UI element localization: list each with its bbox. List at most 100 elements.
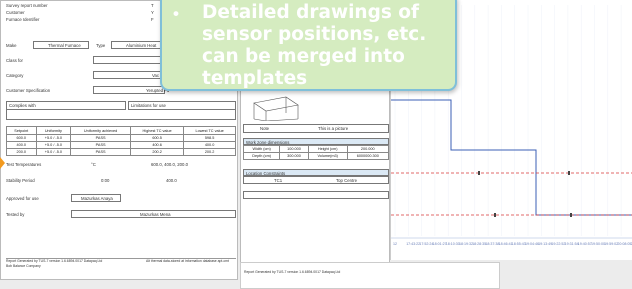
table-cell: 200.000: [346, 145, 390, 153]
furnace-drawing: [253, 96, 299, 121]
col-header: Uniformity achieved: [70, 126, 132, 135]
table-cell: 300.000: [279, 152, 309, 160]
table-header-row: Setpoint Uniformity Uniformity achieved …: [6, 126, 236, 135]
col-header: Lowest TC value: [183, 126, 236, 135]
uniformity-table: Setpoint Uniformity Uniformity achieved …: [6, 126, 236, 156]
customer-spec-label: Customer Specification: [6, 88, 51, 93]
table-cell: 400.6: [130, 141, 185, 149]
table-cell: 600.5: [130, 134, 185, 142]
table-cell: Height (cm): [307, 145, 348, 153]
callout-text: Detailed drawings of sensor positions, e…: [202, 2, 427, 89]
table-cell: PASS: [70, 148, 132, 156]
make-field[interactable]: Thermal Furnace: [33, 41, 89, 49]
dimensions-table: Width (cm) 100.000 Height (cm) 200.000 D…: [242, 145, 390, 160]
table-cell: 200.2: [183, 148, 236, 156]
table-cell: +5.0 / -5.0: [35, 141, 72, 149]
header-label-report-number: Survey report number: [6, 3, 48, 8]
series-marker: [568, 171, 570, 175]
tested-field[interactable]: Mazurkas Mena: [71, 210, 236, 218]
series-marker: [570, 213, 572, 217]
stability-label: Stability Period: [6, 178, 35, 183]
header-label-furnace: Furnace Identifier: [6, 17, 40, 22]
report-page-3: Report Generated by TUS-7 version 1.6.68…: [240, 262, 500, 289]
class-field[interactable]: [93, 56, 165, 64]
location-empty-row: [243, 191, 389, 199]
stability-value: 0:00: [101, 178, 110, 183]
table-cell: 200.0: [6, 148, 37, 156]
table-row: Width (cm) 100.000 Height (cm) 200.000: [242, 145, 390, 153]
stability-value-2: 400.0: [166, 178, 177, 183]
complies-field[interactable]: Complies with: [6, 101, 126, 110]
x-tick-label: 18:19:32: [459, 242, 473, 246]
x-tick-label: 18:10:30: [446, 242, 460, 246]
header-label-customer: Customer: [6, 10, 25, 15]
category-field[interactable]: Vac: [93, 71, 165, 79]
x-tick-label: 18:55:43: [512, 242, 526, 246]
x-tick-label: 18:37:38: [485, 242, 499, 246]
table-cell: 200.2: [130, 148, 185, 156]
x-tick-label: 18:28:35: [472, 242, 486, 246]
class-label: Class for: [6, 58, 23, 63]
complies-body: [6, 110, 236, 120]
col-header: Setpoint: [6, 126, 37, 135]
x-tick-label: 19:50:00: [591, 242, 605, 246]
footer-right: Alt thermal data-stored at information d…: [146, 259, 229, 263]
table-cell: Depth (cm): [242, 152, 281, 160]
x-tick-label: 20:08:05: [617, 242, 631, 246]
x-tick-label: 18:46:41: [499, 242, 513, 246]
x-tick-label: 19:40:57: [578, 242, 592, 246]
make-label: Make: [6, 43, 17, 48]
table-row: Depth (cm) 300.000 Volume(m3) 6000000.30…: [242, 152, 390, 160]
callout-bullet: •: [173, 4, 179, 23]
header-value-2: Y: [151, 10, 154, 15]
work-zone-title: Work zone dimensions: [243, 138, 389, 145]
col-header: Highest TC value: [130, 126, 185, 135]
table-cell: Width (cm): [242, 145, 281, 153]
table-row: 600.0 +5.0 / -5.0 PASS 600.5 598.5: [6, 134, 236, 142]
x-tick-label: 19:22:52: [551, 242, 565, 246]
approved-label: Approved for use: [6, 196, 39, 201]
x-tick-label: 19:04:46: [525, 242, 539, 246]
table-cell: PASS: [70, 134, 132, 142]
picture-header: Note This is a picture: [243, 124, 389, 133]
x-tick-label: 19:31:54: [565, 242, 579, 246]
x-tick-label: 19:13:49: [538, 242, 552, 246]
customer-spec-field[interactable]: Yerupted Fu: [93, 86, 169, 94]
category-label: Category: [6, 73, 24, 78]
table-cell: 598.5: [183, 134, 236, 142]
location-title: Location Constraints: [243, 169, 389, 176]
footer-left-2: Bob Balance Company: [6, 264, 41, 268]
x-tick-label: 12: [393, 242, 397, 246]
x-tick-label: 17:43:22: [406, 242, 420, 246]
tested-label: Tested by: [6, 212, 25, 217]
page3-footer: Report Generated by TUS-7 version 1.6.68…: [244, 270, 341, 274]
series-marker: [478, 171, 480, 175]
table-cell: 600.0: [6, 134, 37, 142]
approved-field[interactable]: Mazurkas Anaya: [71, 194, 121, 202]
header-value-3: F: [151, 17, 154, 22]
table-row: 400.0 +5.0 / -5.0 PASS 400.6 400.0: [6, 141, 236, 149]
table-cell: +5.0 / -5.0: [35, 148, 72, 156]
table-cell: 6000000.300: [346, 152, 390, 160]
table-cell: PASS: [70, 141, 132, 149]
table-cell: 400.0: [183, 141, 236, 149]
x-tick-label: 17:52:24: [419, 242, 433, 246]
test-temps-unit: °C: [91, 162, 96, 167]
table-cell: Volume(m3): [307, 152, 348, 160]
limitations-field[interactable]: Limitations for use: [128, 101, 236, 110]
table-cell: +5.0 / -5.0: [35, 134, 72, 142]
type-label: Type: [96, 43, 106, 48]
table-row: 200.0 +5.0 / -5.0 PASS 200.2 200.2: [6, 148, 236, 156]
x-tick-label: 18:01:27: [433, 242, 447, 246]
series-line-blue: [391, 99, 632, 216]
table-cell: 400.0: [6, 141, 37, 149]
test-temps-value: 600.0, 400.0, 200.0: [151, 162, 189, 167]
type-field[interactable]: Aluminium Heat: [111, 41, 166, 49]
series-marker: [494, 213, 496, 217]
test-temps-label: Test Temperatures: [6, 162, 42, 167]
page-marker-icon: [0, 157, 5, 169]
header-value-1: T: [151, 3, 154, 8]
col-header: Uniformity: [35, 126, 72, 135]
x-tick-label: 19:59:02: [604, 242, 618, 246]
location-row: TC1 Top Centre: [243, 176, 389, 184]
